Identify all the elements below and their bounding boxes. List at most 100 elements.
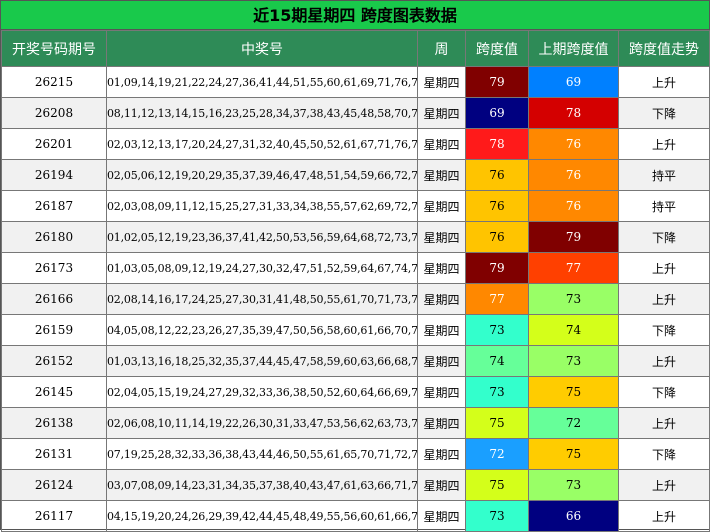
cell-week: 星期四 (417, 469, 466, 501)
cell-prev-span: 79 (528, 221, 619, 253)
cell-span: 75 (465, 469, 529, 501)
cell-numbers: 02,08,14,16,17,24,25,27,30,31,41,48,50,5… (106, 283, 418, 315)
cell-issue: 26145 (1, 376, 107, 408)
cell-week: 星期四 (417, 438, 466, 470)
cell-numbers: 03,07,08,09,14,23,31,34,35,37,38,40,43,4… (106, 469, 418, 501)
cell-trend: 持平 (618, 190, 710, 222)
cell-numbers: 04,05,08,12,22,23,26,27,35,39,47,50,56,5… (106, 314, 418, 346)
cell-prev-span: 72 (528, 407, 619, 439)
cell-prev-span: 73 (528, 469, 619, 501)
cell-prev-span: 77 (528, 252, 619, 284)
cell-issue: 26124 (1, 469, 107, 501)
cell-issue: 26131 (1, 438, 107, 470)
table-row: 26145 02,04,05,15,19,24,27,29,32,33,36,38… (1, 376, 710, 408)
span-data-panel: 近15期星期四 跨度图表数据 开奖号码期号 中奖号 周 跨度值 上期跨度值 跨度… (0, 0, 710, 532)
cell-trend: 上升 (618, 66, 710, 98)
cell-span: 76 (465, 159, 529, 191)
cell-issue: 26166 (1, 283, 107, 315)
cell-span: 73 (465, 314, 529, 346)
cell-trend: 下降 (618, 221, 710, 253)
cell-week: 星期四 (417, 128, 466, 160)
cell-numbers: 02,05,06,12,19,20,29,35,37,39,46,47,48,5… (106, 159, 418, 191)
cell-issue: 26201 (1, 128, 107, 160)
cell-trend: 上升 (618, 500, 710, 532)
table-row: 26124 03,07,08,09,14,23,31,34,35,37,38,40… (1, 469, 710, 501)
cell-week: 星期四 (417, 221, 466, 253)
cell-prev-span: 76 (528, 190, 619, 222)
cell-week: 星期四 (417, 252, 466, 284)
cell-numbers: 01,09,14,19,21,22,24,27,36,41,44,51,55,6… (106, 66, 418, 98)
cell-numbers: 02,03,12,13,17,20,24,27,31,32,40,45,50,5… (106, 128, 418, 160)
cell-span: 74 (465, 345, 529, 377)
cell-span: 69 (465, 97, 529, 129)
cell-span: 73 (465, 376, 529, 408)
table-body: 26215 01,09,14,19,21,22,24,27,36,41,44,51… (1, 66, 710, 532)
cell-numbers: 07,19,25,28,32,33,36,38,43,44,46,50,55,6… (106, 438, 418, 470)
table-row: 26194 02,05,06,12,19,20,29,35,37,39,46,47… (1, 159, 710, 191)
cell-trend: 上升 (618, 407, 710, 439)
cell-prev-span: 73 (528, 345, 619, 377)
cell-span: 76 (465, 190, 529, 222)
cell-trend: 上升 (618, 469, 710, 501)
cell-trend: 上升 (618, 283, 710, 315)
cell-numbers: 01,03,13,16,18,25,32,35,37,44,45,47,58,5… (106, 345, 418, 377)
cell-trend: 下降 (618, 97, 710, 129)
header-trend: 跨度值走势 (618, 30, 710, 67)
cell-week: 星期四 (417, 407, 466, 439)
cell-prev-span: 76 (528, 128, 619, 160)
cell-numbers: 08,11,12,13,14,15,16,23,25,28,34,37,38,4… (106, 97, 418, 129)
cell-week: 星期四 (417, 500, 466, 532)
table-row: 26201 02,03,12,13,17,20,24,27,31,32,40,45… (1, 128, 710, 160)
table-row: 26152 01,03,13,16,18,25,32,35,37,44,45,47… (1, 345, 710, 377)
cell-week: 星期四 (417, 97, 466, 129)
table-row: 26215 01,09,14,19,21,22,24,27,36,41,44,51… (1, 66, 710, 98)
cell-trend: 下降 (618, 438, 710, 470)
cell-prev-span: 75 (528, 376, 619, 408)
table-row: 26131 07,19,25,28,32,33,36,38,43,44,46,50… (1, 438, 710, 470)
table-row: 26138 02,06,08,10,11,14,19,22,26,30,31,33… (1, 407, 710, 439)
cell-prev-span: 78 (528, 97, 619, 129)
cell-issue: 26215 (1, 66, 107, 98)
table-row: 26166 02,08,14,16,17,24,25,27,30,31,41,48… (1, 283, 710, 315)
cell-week: 星期四 (417, 376, 466, 408)
cell-trend: 上升 (618, 128, 710, 160)
cell-week: 星期四 (417, 345, 466, 377)
cell-span: 72 (465, 438, 529, 470)
cell-trend: 持平 (618, 159, 710, 191)
table-row: 26187 02,03,08,09,11,12,15,25,27,31,33,34… (1, 190, 710, 222)
cell-span: 76 (465, 221, 529, 253)
table-row: 26180 01,02,05,12,19,23,36,37,41,42,50,53… (1, 221, 710, 253)
cell-span: 78 (465, 128, 529, 160)
header-week: 周 (417, 30, 466, 67)
cell-span: 77 (465, 283, 529, 315)
cell-week: 星期四 (417, 66, 466, 98)
cell-numbers: 02,06,08,10,11,14,19,22,26,30,31,33,47,5… (106, 407, 418, 439)
cell-numbers: 02,03,08,09,11,12,15,25,27,31,33,34,38,5… (106, 190, 418, 222)
cell-numbers: 01,03,05,08,09,12,19,24,27,30,32,47,51,5… (106, 252, 418, 284)
cell-trend: 下降 (618, 376, 710, 408)
cell-issue: 26180 (1, 221, 107, 253)
table-row: 26208 08,11,12,13,14,15,16,23,25,28,34,37… (1, 97, 710, 129)
cell-issue: 26187 (1, 190, 107, 222)
cell-issue: 26173 (1, 252, 107, 284)
cell-numbers: 04,15,19,20,24,26,29,39,42,44,45,48,49,5… (106, 500, 418, 532)
cell-issue: 26159 (1, 314, 107, 346)
table-row: 26159 04,05,08,12,22,23,26,27,35,39,47,50… (1, 314, 710, 346)
cell-span: 75 (465, 407, 529, 439)
cell-issue: 26208 (1, 97, 107, 129)
table-row: 26173 01,03,05,08,09,12,19,24,27,30,32,47… (1, 252, 710, 284)
cell-span: 79 (465, 66, 529, 98)
table-row: 26117 04,15,19,20,24,26,29,39,42,44,45,48… (1, 500, 710, 532)
cell-prev-span: 73 (528, 283, 619, 315)
cell-issue: 26194 (1, 159, 107, 191)
cell-trend: 上升 (618, 252, 710, 284)
header-numbers: 中奖号 (106, 30, 418, 67)
table-header-row: 开奖号码期号 中奖号 周 跨度值 上期跨度值 跨度值走势 (1, 30, 710, 67)
cell-prev-span: 66 (528, 500, 619, 532)
cell-issue: 26117 (1, 500, 107, 532)
cell-prev-span: 75 (528, 438, 619, 470)
cell-week: 星期四 (417, 190, 466, 222)
cell-trend: 上升 (618, 345, 710, 377)
header-prev-span: 上期跨度值 (528, 30, 619, 67)
header-issue: 开奖号码期号 (1, 30, 107, 67)
